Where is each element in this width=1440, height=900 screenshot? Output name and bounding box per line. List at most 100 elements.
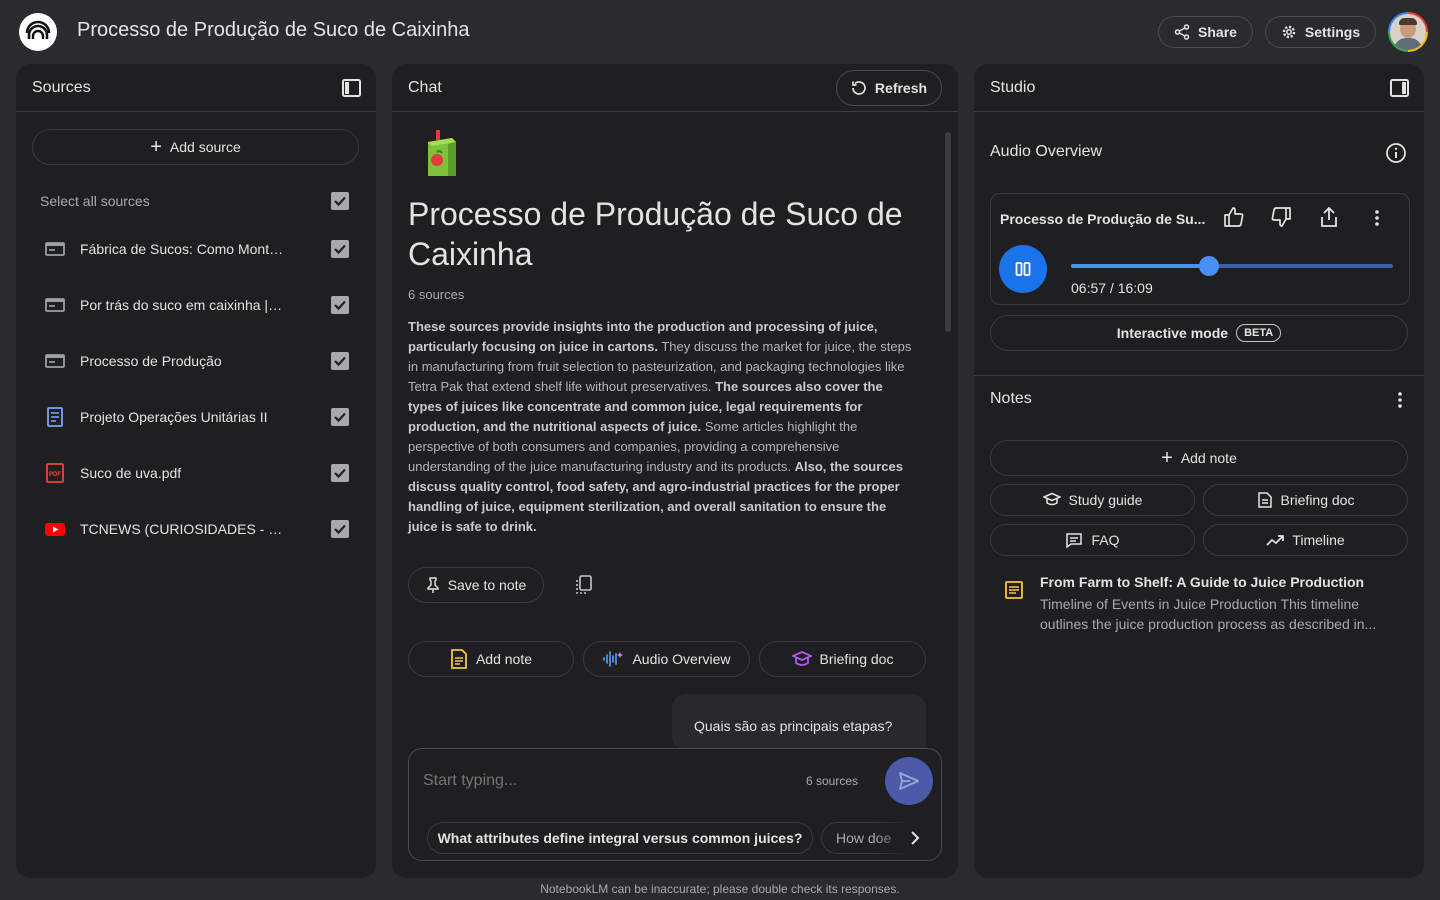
source-item[interactable]: TCNEWS (CURIOSIDADES - COMO ...: [44, 509, 360, 549]
chat-header: Chat Refresh: [392, 64, 958, 112]
notes-title: Notes: [990, 390, 1032, 407]
suggestions-next-button[interactable]: [905, 826, 925, 850]
juice-box-emoji-icon: [424, 130, 458, 178]
suggestion-chip[interactable]: How doe: [821, 822, 911, 854]
notebooklm-window: Processo de Produção de Suco de Caixinha…: [0, 0, 1440, 900]
info-icon: [1386, 143, 1406, 163]
add-source-label: Add source: [169, 139, 241, 155]
audio-progress-fill: [1071, 264, 1210, 268]
source-checkbox[interactable]: [331, 352, 349, 370]
copy-button[interactable]: [574, 574, 594, 596]
briefing-doc-icon: [1257, 492, 1272, 508]
source-item[interactable]: Processo de Produção: [44, 341, 360, 381]
audio-overview-title: Audio Overview: [990, 143, 1103, 160]
select-all-checkbox[interactable]: [331, 192, 349, 210]
action-add-note-label: Add note: [475, 651, 533, 667]
add-source-button[interactable]: + Add source: [32, 129, 359, 165]
share-icon: [1174, 24, 1190, 40]
notebook-title[interactable]: Processo de Produção de Suco de Caixinha: [77, 19, 469, 42]
copy-icon: [576, 575, 592, 594]
note-title: From Farm to Shelf: A Guide to Juice Pro…: [1040, 574, 1365, 590]
web-icon: [44, 351, 66, 371]
action-briefing-doc-button[interactable]: Briefing doc: [759, 641, 926, 677]
thumbs-up-button[interactable]: [1222, 205, 1246, 229]
web-icon: [44, 239, 66, 259]
refresh-button[interactable]: Refresh: [836, 70, 942, 106]
user-avatar[interactable]: [1388, 12, 1428, 52]
upload-share-icon: [1321, 206, 1337, 227]
notes-more-button[interactable]: [1390, 390, 1410, 410]
chat-title: Chat: [408, 79, 442, 96]
audio-waveform-icon: [603, 651, 624, 667]
graduation-cap-icon: [1042, 492, 1061, 506]
action-add-note-button[interactable]: Add note: [408, 641, 574, 677]
save-to-note-label: Save to note: [447, 577, 527, 593]
studio-add-note-button[interactable]: + Add note: [990, 440, 1408, 476]
audio-more-button[interactable]: [1367, 208, 1387, 228]
note-preview: Timeline of Events in Juice Production T…: [1040, 596, 1377, 632]
source-label: Projeto Operações Unitárias II: [80, 409, 268, 425]
audio-player-card: Processo de Produção de Su... 06:57 / 16…: [990, 193, 1410, 305]
briefing-doc-button[interactable]: Briefing doc: [1203, 484, 1408, 516]
chat-panel: Chat Refresh Processo de Produção de Suc…: [392, 64, 958, 878]
notebooklm-logo-icon: [25, 20, 51, 39]
beta-badge: BETA: [1236, 324, 1282, 342]
suggestion-chip[interactable]: What attributes define integral versus c…: [427, 822, 813, 854]
source-item[interactable]: Fábrica de Sucos: Como Montar a ...: [44, 229, 360, 269]
source-item[interactable]: Projeto Operações Unitárias II: [44, 397, 360, 437]
refresh-label: Refresh: [874, 80, 928, 96]
studio-header: Studio: [974, 64, 1424, 112]
audio-info-button[interactable]: [1385, 142, 1407, 164]
source-count: 6 sources: [408, 287, 465, 302]
panel-collapse-icon: [342, 79, 361, 97]
studio-title: Studio: [990, 79, 1036, 96]
notebook-heading: Processo de Produção de Suco de Caixinha: [408, 196, 903, 272]
faq-icon: [1066, 533, 1083, 548]
action-audio-overview-button[interactable]: Audio Overview: [583, 641, 750, 677]
source-item[interactable]: Por trás do suco em caixinha | Veja...: [44, 285, 360, 325]
settings-button[interactable]: Settings: [1265, 16, 1376, 48]
pause-button[interactable]: [999, 245, 1047, 293]
save-to-note-button[interactable]: Save to note: [408, 567, 544, 603]
source-checkbox[interactable]: [331, 240, 349, 258]
timeline-button[interactable]: Timeline: [1203, 524, 1408, 556]
chevron-right-icon: [911, 831, 920, 845]
audio-progress-track[interactable]: [1071, 256, 1393, 276]
sources-title: Sources: [32, 79, 91, 96]
collapse-sources-button[interactable]: [342, 79, 361, 97]
source-checkbox[interactable]: [331, 520, 349, 538]
source-label: Por trás do suco em caixinha | Veja...: [80, 297, 285, 313]
source-checkbox[interactable]: [331, 464, 349, 482]
chat-input[interactable]: [423, 763, 793, 799]
thumbs-down-button[interactable]: [1269, 205, 1293, 229]
send-button[interactable]: [885, 757, 933, 805]
audio-title: Processo de Produção de Su...: [1000, 211, 1206, 227]
faq-button[interactable]: FAQ: [990, 524, 1195, 556]
saved-note-item[interactable]: From Farm to Shelf: A Guide to Juice Pro…: [990, 570, 1410, 636]
graduation-cap-icon: [791, 651, 812, 666]
thumbs-up-icon: [1224, 207, 1244, 227]
youtube-icon: [44, 519, 66, 539]
send-icon: [899, 772, 919, 790]
chat-scrollbar[interactable]: [945, 132, 951, 332]
source-checkbox[interactable]: [331, 296, 349, 314]
interactive-mode-button[interactable]: Interactive mode BETA: [990, 315, 1408, 351]
share-button[interactable]: Share: [1158, 16, 1253, 48]
app-logo[interactable]: [19, 13, 57, 51]
study-guide-button[interactable]: Study guide: [990, 484, 1195, 516]
timeline-label: Timeline: [1292, 532, 1345, 548]
doc-icon: [44, 407, 66, 427]
panel-collapse-icon: [1390, 79, 1409, 97]
study-guide-label: Study guide: [1068, 492, 1143, 508]
audio-progress-handle[interactable]: [1199, 256, 1220, 276]
gear-icon: [1282, 25, 1296, 39]
refresh-icon: [852, 81, 866, 95]
share-label: Share: [1198, 24, 1237, 40]
audio-share-button[interactable]: [1317, 205, 1341, 229]
source-item[interactable]: PDF Suco de uva.pdf: [44, 453, 360, 493]
collapse-studio-button[interactable]: [1390, 79, 1409, 97]
studio-add-note-label: Add note: [1180, 450, 1237, 466]
source-checkbox[interactable]: [331, 408, 349, 426]
suggestion-chip-label: How doe: [836, 830, 892, 846]
interactive-mode-label: Interactive mode: [1116, 325, 1229, 341]
